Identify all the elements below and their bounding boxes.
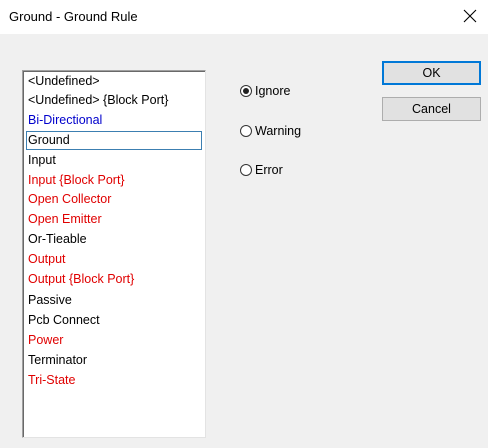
list-item-bi-directional[interactable]: Bi-Directional (26, 111, 202, 130)
pin-type-list[interactable]: <Undefined> <Undefined> {Block Port} Bi-… (22, 70, 206, 438)
radio-warning-indicator[interactable] (240, 125, 252, 137)
radio-error-indicator[interactable] (240, 164, 252, 176)
list-item-ground[interactable]: Ground (26, 131, 202, 150)
list-item-or-tieable[interactable]: Or-Tieable (26, 230, 202, 249)
list-item-output[interactable]: Output (26, 250, 202, 269)
radio-error[interactable]: Error (240, 161, 283, 179)
window-title: Ground - Ground Rule (9, 9, 138, 24)
radio-warning-label: Warning (255, 124, 302, 138)
list-item-terminator[interactable]: Terminator (26, 351, 202, 370)
cancel-button[interactable]: Cancel (382, 97, 481, 121)
title-bar: Ground - Ground Rule (0, 0, 488, 34)
list-item-input-block-port[interactable]: Input {Block Port} (26, 171, 202, 190)
list-item-open-collector[interactable]: Open Collector (26, 190, 202, 209)
list-item-undefined[interactable]: <Undefined> (26, 72, 202, 91)
close-button[interactable] (456, 3, 484, 29)
list-item-output-block-port[interactable]: Output {Block Port} (26, 270, 202, 289)
list-item-tri-state[interactable]: Tri-State (26, 371, 202, 390)
radio-checked-dot (243, 88, 249, 94)
radio-ignore-label: Ignore (255, 84, 291, 98)
list-item-input[interactable]: Input (26, 151, 202, 170)
radio-warning[interactable]: Warning (240, 122, 301, 140)
radio-error-label: Error (255, 163, 283, 177)
ok-button[interactable]: OK (382, 61, 481, 85)
list-item-undefined-block-port[interactable]: <Undefined> {Block Port} (26, 91, 202, 110)
list-item-open-emitter[interactable]: Open Emitter (26, 210, 202, 229)
list-item-passive[interactable]: Passive (26, 291, 202, 310)
radio-ignore-indicator[interactable] (240, 85, 252, 97)
list-item-power[interactable]: Power (26, 331, 202, 350)
list-item-pcb-connect[interactable]: Pcb Connect (26, 311, 202, 330)
close-icon (463, 9, 477, 23)
dialog-body: <Undefined> <Undefined> {Block Port} Bi-… (0, 34, 488, 448)
radio-ignore[interactable]: Ignore (240, 82, 290, 100)
